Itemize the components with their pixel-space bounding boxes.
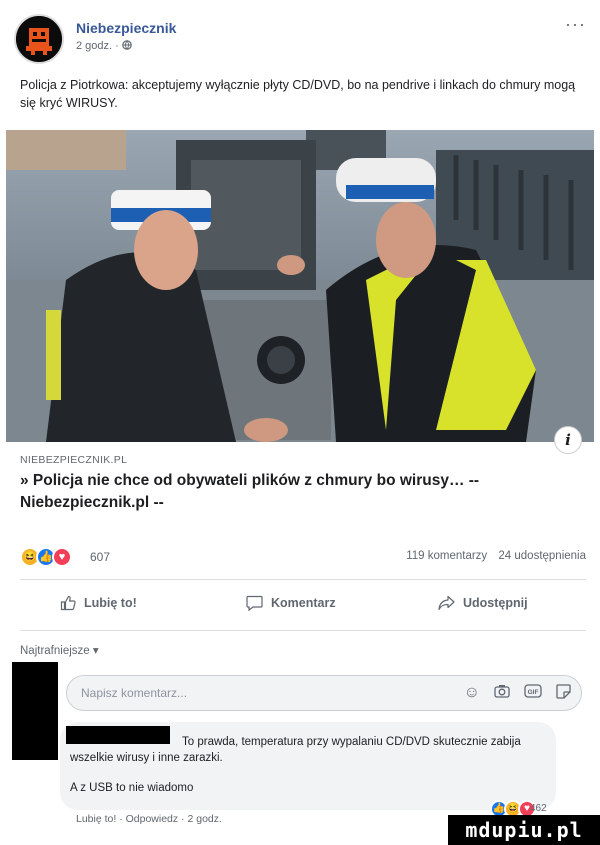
reply-reactions-count: 462 <box>530 803 547 814</box>
emoji-icon[interactable]: ☺ <box>464 685 480 701</box>
comment-input-box[interactable]: Napisz komentarz... ☺ GIF <box>66 675 582 711</box>
link-domain: NIEBEZPIECZNIK.PL <box>20 454 128 466</box>
camera-icon[interactable] <box>494 684 510 702</box>
more-options-icon[interactable]: ··· <box>565 14 586 35</box>
comment-input[interactable]: Napisz komentarz... <box>81 676 187 710</box>
like-label: Lubię to! <box>84 596 137 610</box>
redacted-author-name <box>66 726 170 744</box>
info-icon[interactable]: i <box>554 426 582 454</box>
post-header: Niebezpiecznik 2 godz. · ··· <box>0 0 600 70</box>
site-watermark: mdupiu.pl <box>448 815 600 845</box>
divider-bottom <box>20 630 586 631</box>
share-label: Udostępnij <box>463 596 528 610</box>
comment-bubble-icon <box>246 595 263 611</box>
thumbs-up-icon <box>60 595 76 611</box>
post-text: Policja z Piotrkowa: akceptujemy wyłączn… <box>20 78 576 110</box>
globe-icon <box>122 40 132 52</box>
share-arrow-icon <box>438 595 455 611</box>
divider-top <box>20 579 586 580</box>
comment-sort-dropdown[interactable]: Najtrafniejsze ▾ <box>20 643 99 657</box>
love-reaction-icon: ♥ <box>52 547 72 567</box>
share-button[interactable]: Udostępnij <box>438 586 528 620</box>
like-button[interactable]: Lubię to! <box>60 586 137 620</box>
post-actions: Lubię to! Komentarz Udostępnij <box>20 586 586 620</box>
reactions-count: 607 <box>90 550 111 564</box>
link-title[interactable]: » Policja nie chce od obywateli plików z… <box>20 470 580 514</box>
sticker-icon[interactable] <box>556 683 571 703</box>
engagement-counts: 119 komentarzy 24 udostępnienia <box>398 550 586 562</box>
separator-dot: · <box>115 40 122 52</box>
page-avatar[interactable] <box>14 14 64 64</box>
svg-text:GIF: GIF <box>528 689 539 696</box>
post-photo[interactable] <box>6 130 594 442</box>
redacted-avatar <box>12 662 58 760</box>
comment-tools: ☺ GIF <box>464 676 571 710</box>
comments-count[interactable]: 119 komentarzy <box>406 550 487 562</box>
post-time[interactable]: 2 godz. <box>76 40 112 52</box>
post-meta: 2 godz. · <box>76 40 132 52</box>
comment-label: Komentarz <box>271 596 336 610</box>
reply-body-2: A z USB to nie wiadomo <box>70 782 194 794</box>
gif-icon[interactable]: GIF <box>524 684 542 702</box>
reply-footer-actions[interactable]: Lubię to! · Odpowiedz · 2 godz. <box>76 813 222 825</box>
comment-button[interactable]: Komentarz <box>246 586 336 620</box>
shares-count[interactable]: 24 udostępnienia <box>498 550 586 562</box>
page-name-link[interactable]: Niebezpiecznik <box>76 20 176 36</box>
